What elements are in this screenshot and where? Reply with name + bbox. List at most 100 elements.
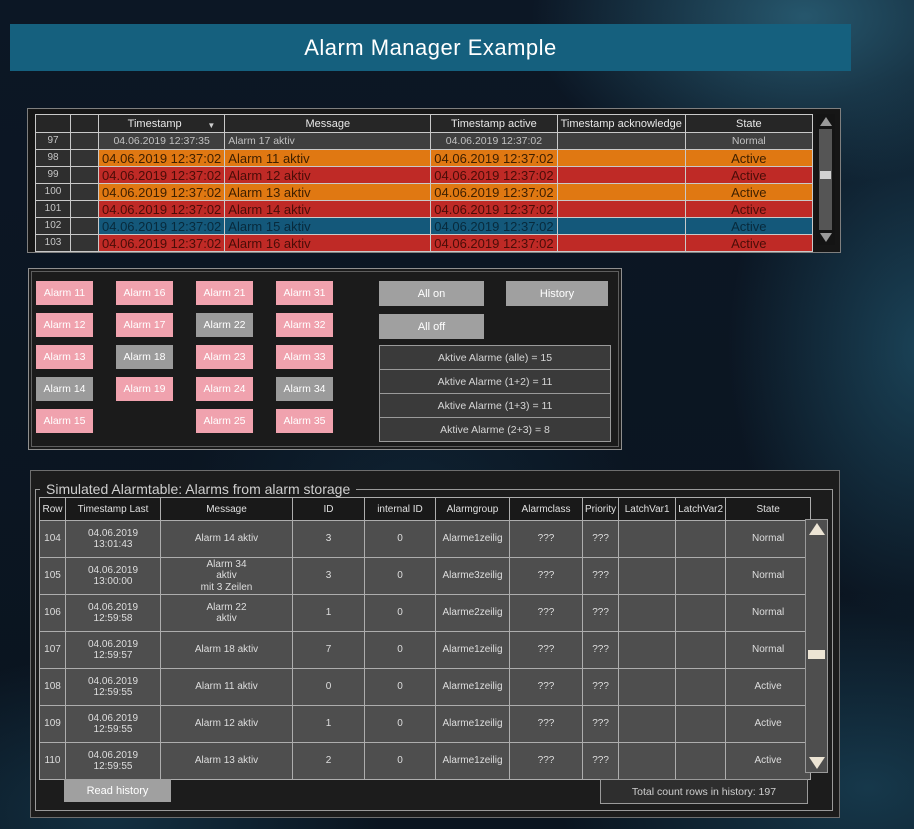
alarm-column-header[interactable]: Timestamp acknowledge xyxy=(557,115,685,133)
alarm-button[interactable]: Alarm 21 xyxy=(196,281,253,305)
scroll-down-button[interactable] xyxy=(816,230,835,245)
timestamp-acknowledge-cell xyxy=(557,235,685,252)
history-cell xyxy=(676,706,726,743)
alarm-row[interactable]: 9804.06.2019 12:37:02Alarm 11 aktiv04.06… xyxy=(36,150,813,167)
message-cell: Alarm 11 aktiv xyxy=(225,150,431,167)
history-cell: Active xyxy=(726,706,811,743)
history-cell: 04.06.2019 13:00:00 xyxy=(66,558,161,595)
scroll-track[interactable] xyxy=(819,129,832,230)
history-cell xyxy=(676,521,726,558)
history-cell: 108 xyxy=(40,669,66,706)
alarm-table-panel: Timestamp▼MessageTimestamp activeTimesta… xyxy=(27,108,841,253)
alarm-icon-cell xyxy=(71,133,99,150)
history-cell xyxy=(619,743,676,780)
arrow-down-icon xyxy=(809,757,825,769)
alarm-row[interactable]: 10204.06.2019 12:37:02Alarm 15 aktiv04.0… xyxy=(36,218,813,235)
timestamp-active-cell: 04.06.2019 12:37:02 xyxy=(431,167,557,184)
history-cell: ??? xyxy=(583,521,619,558)
row-number-cell: 103 xyxy=(36,235,71,252)
alarm-button[interactable]: Alarm 23 xyxy=(196,345,253,369)
alarm-button[interactable]: Alarm 35 xyxy=(276,409,333,433)
sort-indicator-icon: ▼ xyxy=(207,121,215,130)
alarm-button[interactable]: Alarm 17 xyxy=(116,313,173,337)
alarm-row[interactable]: 9704.06.2019 12:37:35Alarm 17 aktiv04.06… xyxy=(36,133,813,150)
history-cell: ??? xyxy=(583,743,619,780)
read-history-button[interactable]: Read history xyxy=(64,779,171,802)
page-title: Alarm Manager Example xyxy=(304,35,557,61)
history-cell: ??? xyxy=(510,595,583,632)
alarm-button[interactable]: Alarm 19 xyxy=(116,377,173,401)
history-row[interactable]: 10404.06.2019 13:01:43Alarm 14 aktiv30Al… xyxy=(40,521,811,558)
alarm-button[interactable]: Alarm 14 xyxy=(36,377,93,401)
active-alarm-counter: Aktive Alarme (1+2) = 11 xyxy=(379,369,611,394)
alarm-button[interactable]: Alarm 18 xyxy=(116,345,173,369)
alarm-button[interactable]: Alarm 25 xyxy=(196,409,253,433)
timestamp-cell: 04.06.2019 12:37:02 xyxy=(99,184,225,201)
alarm-icon-cell xyxy=(71,235,99,252)
history-row[interactable]: 11004.06.2019 12:59:55Alarm 13 aktiv20Al… xyxy=(40,743,811,780)
history-cell: Alarm 22 aktiv xyxy=(161,595,293,632)
history-row[interactable]: 10604.06.2019 12:59:58Alarm 22 aktiv10Al… xyxy=(40,595,811,632)
state-cell: Active xyxy=(685,167,812,184)
alarm-button[interactable]: Alarm 32 xyxy=(276,313,333,337)
state-cell: Active xyxy=(685,201,812,218)
alarm-button[interactable]: Alarm 16 xyxy=(116,281,173,305)
alarm-column-header[interactable]: Message xyxy=(225,115,431,133)
scroll-track[interactable] xyxy=(806,538,827,754)
scroll-up-button[interactable] xyxy=(816,114,835,129)
history-cell: 106 xyxy=(40,595,66,632)
alarm-table-scrollbar[interactable] xyxy=(816,114,835,245)
history-cell: Alarme1zeilig xyxy=(436,521,510,558)
history-cell: Normal xyxy=(726,521,811,558)
state-cell: Active xyxy=(685,150,812,167)
history-table-header-row: RowTimestamp LastMessageIDinternal IDAla… xyxy=(40,498,811,521)
alarm-button[interactable]: Alarm 12 xyxy=(36,313,93,337)
alarm-row[interactable]: 10004.06.2019 12:37:02Alarm 13 aktiv04.0… xyxy=(36,184,813,201)
active-alarm-counters: Aktive Alarme (alle) = 15Aktive Alarme (… xyxy=(379,346,611,442)
alarm-button[interactable]: Alarm 33 xyxy=(276,345,333,369)
all-off-button[interactable]: All off xyxy=(379,314,484,339)
message-cell: Alarm 13 aktiv xyxy=(225,184,431,201)
scroll-down-button[interactable] xyxy=(806,754,827,772)
alarm-button[interactable]: Alarm 22 xyxy=(196,313,253,337)
arrow-up-icon xyxy=(820,117,832,126)
alarm-button[interactable]: Alarm 24 xyxy=(196,377,253,401)
history-cell: 3 xyxy=(293,521,365,558)
timestamp-cell: 04.06.2019 12:37:02 xyxy=(99,218,225,235)
alarm-button[interactable]: Alarm 13 xyxy=(36,345,93,369)
alarm-button[interactable]: Alarm 34 xyxy=(276,377,333,401)
scroll-thumb[interactable] xyxy=(820,171,831,179)
history-row[interactable]: 10504.06.2019 13:00:00Alarm 34 aktiv mit… xyxy=(40,558,811,595)
history-column-header: internal ID xyxy=(365,498,436,521)
alarm-button[interactable]: Alarm 15 xyxy=(36,409,93,433)
history-button[interactable]: History xyxy=(506,281,608,306)
history-cell xyxy=(619,632,676,669)
history-table-scrollbar[interactable] xyxy=(805,519,828,773)
history-cell: 107 xyxy=(40,632,66,669)
timestamp-cell: 04.06.2019 12:37:02 xyxy=(99,235,225,252)
alarm-row[interactable]: 9904.06.2019 12:37:02Alarm 12 aktiv04.06… xyxy=(36,167,813,184)
timestamp-active-cell: 04.06.2019 12:37:02 xyxy=(431,218,557,235)
all-on-button[interactable]: All on xyxy=(379,281,484,306)
alarm-row[interactable]: 10104.06.2019 12:37:02Alarm 14 aktiv04.0… xyxy=(36,201,813,218)
history-group-box: Simulated Alarmtable: Alarms from alarm … xyxy=(35,489,833,811)
history-cell: Alarm 13 aktiv xyxy=(161,743,293,780)
timestamp-acknowledge-cell xyxy=(557,201,685,218)
alarm-button[interactable]: Alarm 31 xyxy=(276,281,333,305)
scroll-up-button[interactable] xyxy=(806,520,827,538)
alarm-column-header[interactable]: Timestamp▼ xyxy=(99,115,225,133)
scroll-thumb[interactable] xyxy=(808,650,825,659)
history-row[interactable]: 10804.06.2019 12:59:55Alarm 11 aktiv00Al… xyxy=(40,669,811,706)
history-row[interactable]: 10904.06.2019 12:59:55Alarm 12 aktiv10Al… xyxy=(40,706,811,743)
group-title: Simulated Alarmtable: Alarms from alarm … xyxy=(40,481,356,497)
history-panel: Simulated Alarmtable: Alarms from alarm … xyxy=(30,470,840,818)
history-cell: Alarm 14 aktiv xyxy=(161,521,293,558)
history-table-body: 10404.06.2019 13:01:43Alarm 14 aktiv30Al… xyxy=(40,521,811,780)
history-row[interactable]: 10704.06.2019 12:59:57Alarm 18 aktiv70Al… xyxy=(40,632,811,669)
alarm-column-header[interactable]: State xyxy=(685,115,812,133)
alarm-column-header[interactable]: Timestamp active xyxy=(431,115,557,133)
history-cell xyxy=(676,743,726,780)
timestamp-active-cell: 04.06.2019 12:37:02 xyxy=(431,150,557,167)
alarm-button[interactable]: Alarm 11 xyxy=(36,281,93,305)
alarm-row[interactable]: 10304.06.2019 12:37:02Alarm 16 aktiv04.0… xyxy=(36,235,813,252)
